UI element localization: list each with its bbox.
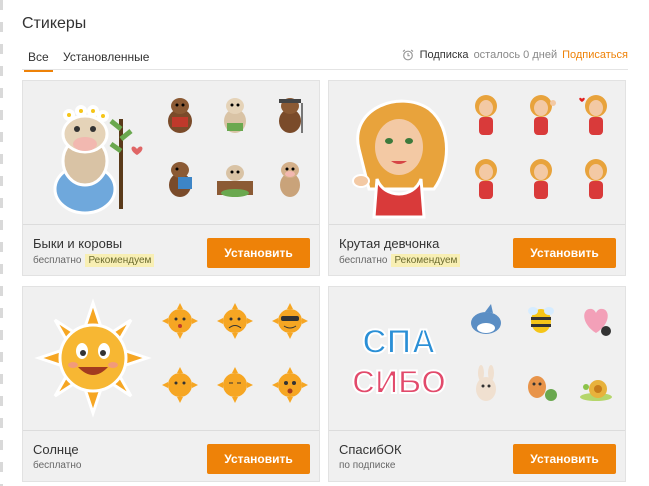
install-button[interactable]: Установить [207, 238, 310, 268]
card-divider [23, 224, 319, 225]
pack-price: бесплатно [339, 255, 388, 266]
cow-fence-sticker [217, 165, 253, 197]
girl-hearts-sticker [579, 95, 607, 135]
tab-all[interactable]: Все [24, 50, 53, 72]
cow-dancing-sticker [224, 98, 246, 133]
bee-sticker [528, 307, 554, 333]
card-divider [329, 224, 625, 225]
bird-heart-sticker [584, 308, 611, 336]
snail-sticker [580, 380, 612, 401]
recommended-badge: Рекомендуем [391, 254, 461, 267]
install-button[interactable]: Установить [513, 444, 616, 474]
subscription-label: Подписка [419, 49, 469, 61]
cat-ball-sticker [528, 376, 557, 401]
shark-sticker [471, 304, 501, 334]
pack-name: СпасибОК [339, 442, 402, 457]
pack-name: Солнце [33, 442, 79, 457]
sticker-pack-card: Солнце бесплатно Установить [22, 286, 320, 482]
install-button[interactable]: Установить [513, 238, 616, 268]
bull-standing-sticker [280, 162, 300, 197]
girl-waving-sticker [530, 95, 556, 135]
sun-surprised-sticker [272, 367, 308, 403]
sun-sunglasses-sticker [272, 303, 308, 339]
sticker-pack-card: СПА СИБО СпасибОК по подписке Установить [328, 286, 626, 482]
hero-text-line2: СИБО [352, 364, 446, 400]
hero-text-line1: СПА [362, 323, 436, 361]
sun-sticker-image [34, 298, 152, 418]
sticker-pack-card: Крутая девчонка бесплатно Рекомендуем Ус… [328, 80, 626, 276]
pack-name: Быки и коровы [33, 236, 123, 251]
subscribe-link[interactable]: Подписаться [562, 49, 628, 61]
pack-name: Крутая девчонка [339, 236, 440, 251]
sticker-preview-grid [155, 293, 315, 421]
pack-price: по подписке [339, 460, 396, 471]
girl-happy-sticker [530, 159, 552, 199]
girl-sticker-image [352, 99, 448, 219]
girl-pose-sticker [585, 159, 607, 199]
card-divider [23, 430, 319, 431]
girl-sad-sticker [475, 159, 497, 199]
sticker-pack-card: Быки и коровы бесплатно Рекомендуем Уста… [22, 80, 320, 276]
alarm-clock-icon [402, 49, 413, 61]
page-left-edge [0, 0, 3, 486]
sticker-preview-grid [155, 87, 315, 215]
sticker-preview-grid [461, 293, 621, 421]
bull-newspaper-sticker [169, 162, 192, 197]
tab-installed[interactable]: Установленные [63, 50, 149, 64]
subscription-info: Подписка осталось 0 дней Подписаться [402, 49, 628, 61]
pack-price: бесплатно [33, 255, 82, 266]
girl-thinking-sticker [475, 95, 497, 135]
subscription-remaining: осталось 0 дней [473, 49, 558, 61]
pack-meta: бесплатно [33, 460, 81, 471]
tab-bar: Все Установленные Подписка осталось 0 дн… [22, 44, 628, 72]
pack-meta: бесплатно Рекомендуем [339, 254, 461, 267]
page-title: Стикеры [22, 15, 87, 32]
spasibo-sticker-image: СПА СИБО [351, 322, 447, 401]
card-divider [329, 430, 625, 431]
bull-fork-sticker [279, 98, 303, 133]
sticker-preview-grid [461, 87, 621, 215]
cow-accordion-sticker [168, 98, 192, 133]
sun-sleepy-sticker [217, 367, 253, 403]
install-button[interactable]: Установить [207, 444, 310, 474]
pack-price: бесплатно [33, 460, 82, 471]
cow-sticker-image [53, 105, 143, 215]
sun-angry-sticker [217, 303, 253, 339]
pack-meta: по подписке [339, 460, 395, 471]
recommended-badge: Рекомендуем [85, 254, 155, 267]
sun-kiss-sticker [162, 303, 198, 339]
rabbit-sticker [476, 365, 496, 401]
sun-wind-sticker [162, 367, 198, 403]
pack-meta: бесплатно Рекомендуем [33, 254, 155, 267]
